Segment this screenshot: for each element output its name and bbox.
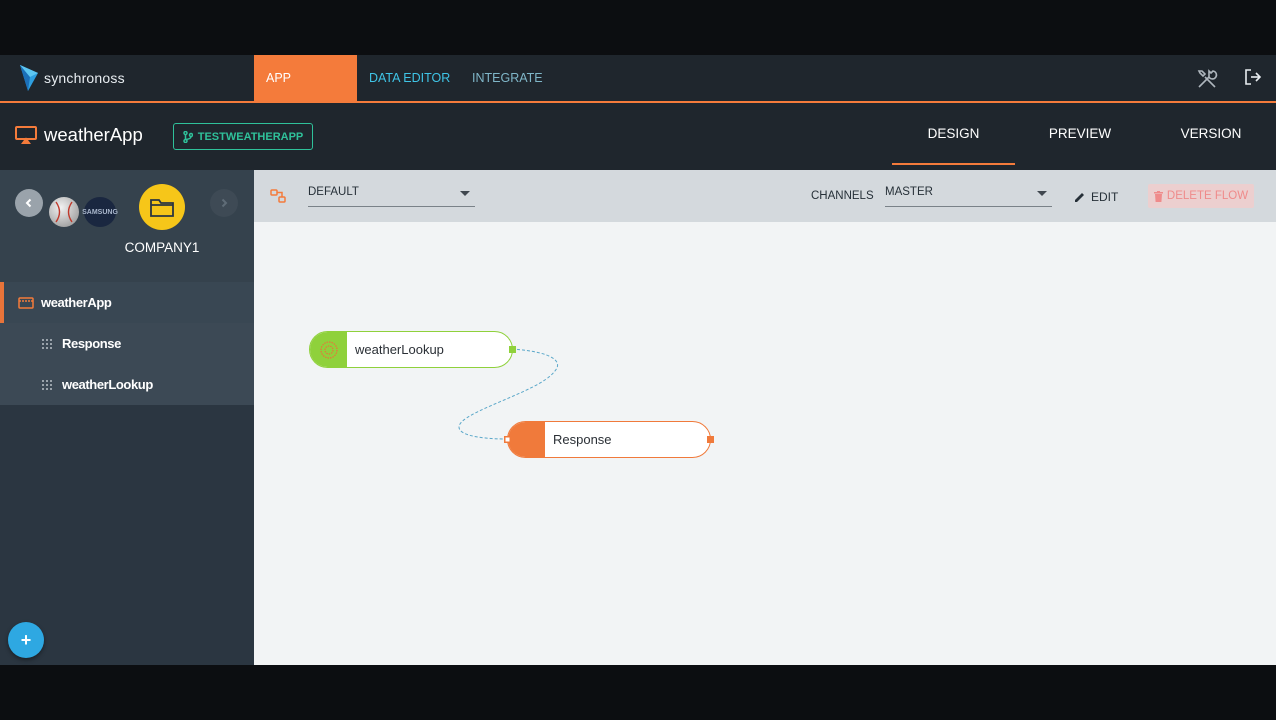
tab-preview[interactable]: PREVIEW bbox=[1020, 103, 1140, 165]
tab-design[interactable]: DESIGN bbox=[892, 103, 1015, 165]
node-label: weatherLookup bbox=[355, 342, 444, 357]
drag-grid-icon bbox=[42, 379, 52, 390]
next-company-button[interactable] bbox=[210, 189, 238, 217]
flow-editor: DEFAULT CHANNELS MASTER EDIT DELETE FLOW bbox=[254, 170, 1276, 665]
channel-select-value: MASTER bbox=[885, 186, 933, 198]
tab-data-editor[interactable]: DATA EDITOR bbox=[357, 55, 462, 101]
tree-item-label: Response bbox=[62, 336, 121, 351]
tree-item-response[interactable]: Response bbox=[0, 323, 254, 364]
folder-icon bbox=[150, 199, 174, 217]
node-cap bbox=[310, 332, 347, 367]
app-header: weatherApp TESTWEATHERAPP DESIGN PREVIEW… bbox=[0, 103, 1276, 170]
node-label: Response bbox=[553, 432, 612, 447]
git-branch-icon bbox=[182, 130, 193, 143]
add-button[interactable]: + bbox=[8, 622, 44, 658]
tree-item-weatherlookup[interactable]: weatherLookup bbox=[0, 364, 254, 405]
input-port[interactable] bbox=[504, 436, 511, 443]
monitor-icon bbox=[15, 126, 37, 144]
caret-down-icon bbox=[1037, 191, 1047, 196]
gear-icon bbox=[319, 340, 338, 359]
chevron-right-icon bbox=[221, 198, 228, 208]
edit-label: EDIT bbox=[1091, 190, 1119, 204]
tree-item-label: weatherApp bbox=[41, 295, 112, 310]
app-window: synchronoss APP BUILDER DATA EDITOR INTE… bbox=[0, 55, 1276, 665]
tab-version[interactable]: VERSION bbox=[1150, 103, 1272, 165]
sidebar: SAMSUNG COMPANY1 weatherApp Response wea… bbox=[0, 170, 254, 665]
company-switcher: SAMSUNG COMPANY1 bbox=[0, 170, 254, 282]
node-cap bbox=[508, 422, 545, 457]
caret-down-icon bbox=[460, 191, 470, 196]
pencil-icon bbox=[1075, 193, 1084, 202]
branch-label: TESTWEATHERAPP bbox=[197, 130, 304, 143]
trash-icon bbox=[1153, 190, 1163, 202]
flow-icon bbox=[270, 189, 286, 203]
flow-select-value: DEFAULT bbox=[308, 186, 359, 198]
flow-select[interactable]: DEFAULT bbox=[308, 186, 475, 207]
top-nav: synchronoss APP BUILDER DATA EDITOR INTE… bbox=[0, 55, 1276, 131]
flow-node-weatherlookup[interactable]: weatherLookup bbox=[309, 331, 516, 368]
channel-select[interactable]: MASTER bbox=[885, 186, 1052, 207]
tools-icon[interactable] bbox=[1195, 67, 1219, 91]
brand-name: synchronoss bbox=[44, 70, 125, 86]
branch-button[interactable]: TESTWEATHERAPP bbox=[173, 123, 313, 150]
tab-integrate[interactable]: INTEGRATE bbox=[460, 55, 555, 101]
drag-grid-icon bbox=[42, 338, 52, 349]
edit-button[interactable]: EDIT bbox=[1074, 190, 1118, 204]
flow-canvas[interactable]: weatherLookup Response bbox=[254, 222, 1276, 665]
channels-label: CHANNELS bbox=[811, 190, 874, 202]
company-folder-button[interactable] bbox=[139, 184, 185, 230]
synchronoss-logo-icon bbox=[20, 65, 38, 91]
brand-logo[interactable]: synchronoss bbox=[18, 63, 125, 93]
company-name: COMPANY1 bbox=[124, 240, 200, 255]
flow-node-response[interactable]: Response bbox=[504, 421, 714, 458]
flow-toolbar: DEFAULT CHANNELS MASTER EDIT DELETE FLOW bbox=[254, 170, 1276, 222]
delete-label: DELETE FLOW bbox=[1166, 190, 1249, 202]
baseball-logo[interactable] bbox=[49, 197, 79, 227]
tree-item-weatherapp[interactable]: weatherApp bbox=[0, 282, 254, 323]
chevron-left-icon bbox=[25, 198, 32, 208]
output-port[interactable] bbox=[707, 436, 714, 443]
prev-company-button[interactable] bbox=[15, 189, 43, 217]
delete-flow-button[interactable]: DELETE FLOW bbox=[1148, 184, 1254, 208]
app-window-icon bbox=[18, 296, 34, 309]
flow-connector bbox=[458, 348, 559, 440]
tab-app-builder[interactable]: APP BUILDER bbox=[254, 55, 357, 131]
tree-item-label: weatherLookup bbox=[62, 377, 153, 392]
output-port[interactable] bbox=[509, 346, 516, 353]
app-title: weatherApp bbox=[44, 124, 143, 145]
baseball-icon bbox=[55, 201, 73, 223]
samsung-logo[interactable]: SAMSUNG bbox=[82, 197, 118, 227]
logout-icon[interactable] bbox=[1243, 67, 1263, 87]
app-tree: weatherApp Response weatherLookup bbox=[0, 282, 254, 405]
